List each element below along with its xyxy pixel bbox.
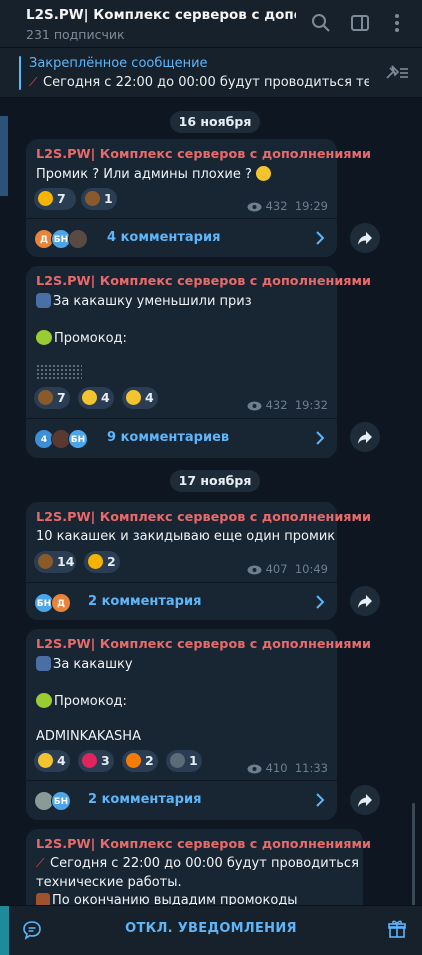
cookie-icon xyxy=(170,753,185,768)
channel-title: L2S.PW| Комплекс серверов с дополнени... xyxy=(26,7,296,23)
gift-icon[interactable] xyxy=(387,919,407,943)
pinned-list-icon[interactable] xyxy=(384,63,410,85)
avatar: БН xyxy=(68,429,88,449)
pinned-text: ⟋ Сегодня с 22:00 до 00:00 будут проводит… xyxy=(29,75,369,90)
thumbs-up-icon xyxy=(88,554,103,569)
pinned-title: Закреплённое сообщение xyxy=(29,56,208,71)
sidebar-toggle-icon[interactable] xyxy=(349,12,371,34)
reaction-chip[interactable]: 1 xyxy=(81,188,117,210)
poop-icon xyxy=(38,554,53,569)
poop-icon xyxy=(85,191,100,206)
comments-count: 9 комментариев xyxy=(107,430,230,445)
share-button[interactable] xyxy=(350,223,380,253)
bouquet-emoji-icon xyxy=(36,330,52,345)
reaction-chip[interactable]: 3 xyxy=(78,750,114,772)
more-menu-icon[interactable] xyxy=(386,12,408,34)
comments-count: 4 комментария xyxy=(107,230,221,245)
date-separator: 16 ноября xyxy=(170,111,260,133)
sweat-smile-emoji-icon xyxy=(256,166,272,181)
avatar xyxy=(68,229,88,249)
promo-code[interactable]: ADMINKAKASHA xyxy=(36,729,141,744)
comments-link[interactable]: БН 2 комментария xyxy=(26,780,337,820)
reaction-chip[interactable]: 4 xyxy=(122,387,158,409)
scrollbar[interactable] xyxy=(412,803,415,913)
comments-count: 2 комментария xyxy=(88,792,202,807)
share-icon xyxy=(358,431,372,444)
post-text: технические работы. xyxy=(36,875,182,890)
post-text: Промокод: xyxy=(36,330,127,346)
chevron-right-icon xyxy=(316,431,325,445)
reaction-chip[interactable]: 14 xyxy=(34,551,76,573)
reaction-chip[interactable]: 1 xyxy=(166,750,202,772)
post-text: ⟋ Сегодня с 22:00 до 00:00 будут проводит… xyxy=(36,856,359,871)
mute-notifications-button[interactable]: ОТКЛ. УВЕДОМЛЕНИЯ xyxy=(0,921,422,936)
views-icon xyxy=(247,401,262,411)
post-meta: 410 11:33 xyxy=(247,761,328,775)
post-text: Промокод: xyxy=(36,693,127,709)
avatar: Д xyxy=(51,593,71,613)
post-author: L2S.PW| Комплекс серверов с дополнениями xyxy=(36,147,371,162)
comments-count: 2 комментария xyxy=(88,594,202,609)
post-text: 10 какашек и закидываю еще один промик xyxy=(36,529,336,544)
pin-emoji-icon: ⟋ xyxy=(36,856,45,870)
post-author: L2S.PW| Комплекс серверов с дополнениями xyxy=(36,837,371,852)
chevron-right-icon xyxy=(316,231,325,245)
views-icon xyxy=(247,764,262,774)
share-button[interactable] xyxy=(350,422,380,452)
date-separator: 17 ноября xyxy=(170,470,260,492)
reaction-chip[interactable]: 2 xyxy=(122,750,158,772)
reaction-chip[interactable]: 2 xyxy=(84,551,120,573)
post-text: За какашку уменьшили приз xyxy=(36,293,252,309)
channel-post[interactable]: L2S.PW| Комплекс серверов с дополнениями… xyxy=(26,266,371,458)
chat-header[interactable]: L2S.PW| Комплекс серверов с дополнени...… xyxy=(0,0,422,48)
post-author: L2S.PW| Комплекс серверов с дополнениями xyxy=(36,637,371,652)
views-icon xyxy=(247,202,262,212)
post-meta: 407 10:49 xyxy=(247,562,328,576)
reaction-chip[interactable]: 4 xyxy=(34,750,70,772)
heart-icon xyxy=(82,753,97,768)
share-button[interactable] xyxy=(350,785,380,815)
face-hearts-icon xyxy=(82,390,97,405)
rofl-icon xyxy=(126,390,141,405)
poop-emoji-icon xyxy=(36,293,51,308)
poop-emoji-icon xyxy=(36,656,51,671)
poop-icon xyxy=(38,390,53,405)
chevron-right-icon xyxy=(316,793,325,807)
reaction-chip[interactable]: 7 xyxy=(34,188,76,210)
post-author: L2S.PW| Комплекс серверов с дополнениями xyxy=(36,510,371,525)
channel-post[interactable]: L2S.PW| Комплекс серверов с дополнениями… xyxy=(26,629,371,820)
chevron-right-icon xyxy=(316,595,325,609)
grin-icon xyxy=(38,753,53,768)
pin-emoji-icon: ⟋ xyxy=(29,75,38,89)
channel-post[interactable]: L2S.PW| Комплекс серверов с дополнениями… xyxy=(26,502,371,622)
pinned-message-bar[interactable]: Закреплённое сообщение ⟋ Сегодня с 22:00 … xyxy=(0,48,422,98)
views-icon xyxy=(247,565,262,575)
reaction-chip[interactable]: 7 xyxy=(34,387,70,409)
post-text: Промик ? Или админы плохие ? xyxy=(36,166,272,182)
search-icon[interactable] xyxy=(310,12,332,34)
comments-link[interactable]: Д БН 4 комментария xyxy=(26,218,337,258)
fire-icon xyxy=(126,753,141,768)
reaction-chip[interactable]: 4 xyxy=(78,387,114,409)
selection-strip xyxy=(0,116,8,196)
spoiler-promo-code[interactable] xyxy=(36,364,82,380)
post-author: L2S.PW| Комплекс серверов с дополнениями xyxy=(36,274,371,289)
avatar: БН xyxy=(51,791,71,811)
post-meta: 432 19:32 xyxy=(247,398,328,412)
comments-link[interactable]: БН Д 2 комментария xyxy=(26,582,337,622)
share-button[interactable] xyxy=(350,586,380,616)
bottom-bar: ОТКЛ. УВЕДОМЛЕНИЯ xyxy=(0,905,422,955)
thumbs-up-icon xyxy=(38,191,53,206)
post-text: За какашку xyxy=(36,656,133,672)
share-icon xyxy=(358,595,372,608)
share-icon xyxy=(358,794,372,807)
post-meta: 432 19:29 xyxy=(247,199,328,213)
share-icon xyxy=(358,232,372,245)
comments-link[interactable]: 4 БН 9 комментариев xyxy=(26,418,337,458)
bouquet-emoji-icon xyxy=(36,693,52,708)
channel-post[interactable]: L2S.PW| Комплекс серверов с дополнениями… xyxy=(26,139,371,258)
pinned-indicator xyxy=(19,56,21,90)
